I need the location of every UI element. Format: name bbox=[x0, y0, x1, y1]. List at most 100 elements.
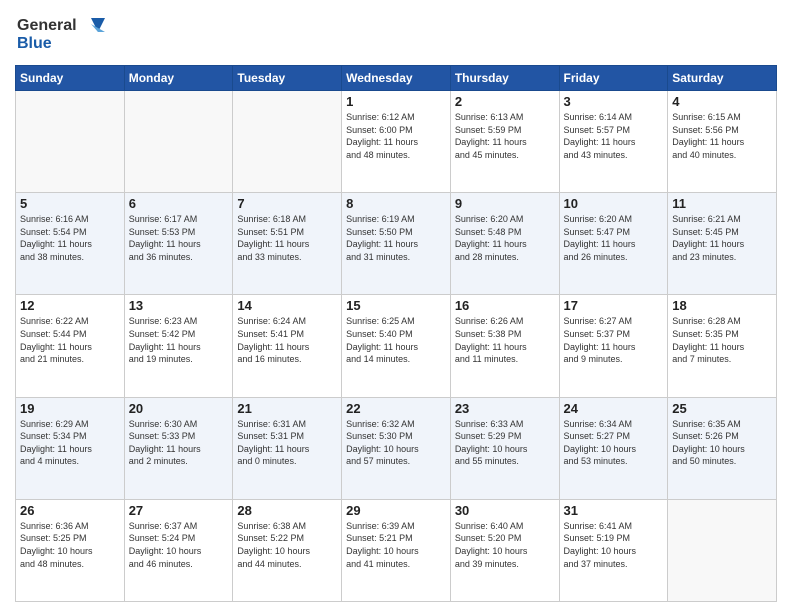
calendar-cell: 16 Sunrise: 6:26 AM Sunset: 5:38 PM Dayli… bbox=[450, 295, 559, 397]
day-number: 1 bbox=[346, 94, 446, 109]
day-number: 29 bbox=[346, 503, 446, 518]
day-info: Sunrise: 6:20 AM Sunset: 5:47 PM Dayligh… bbox=[564, 213, 664, 263]
calendar-cell: 20 Sunrise: 6:30 AM Sunset: 5:33 PM Dayli… bbox=[124, 397, 233, 499]
calendar-cell: 11 Sunrise: 6:21 AM Sunset: 5:45 PM Dayli… bbox=[668, 193, 777, 295]
calendar-cell: 18 Sunrise: 6:28 AM Sunset: 5:35 PM Dayli… bbox=[668, 295, 777, 397]
day-info: Sunrise: 6:15 AM Sunset: 5:56 PM Dayligh… bbox=[672, 111, 772, 161]
day-number: 24 bbox=[564, 401, 664, 416]
svg-text:General: General bbox=[17, 17, 77, 34]
day-info: Sunrise: 6:17 AM Sunset: 5:53 PM Dayligh… bbox=[129, 213, 229, 263]
day-number: 18 bbox=[672, 298, 772, 313]
calendar-week-row: 12 Sunrise: 6:22 AM Sunset: 5:44 PM Dayli… bbox=[16, 295, 777, 397]
day-info: Sunrise: 6:34 AM Sunset: 5:27 PM Dayligh… bbox=[564, 418, 664, 468]
calendar-cell bbox=[124, 91, 233, 193]
calendar-cell bbox=[233, 91, 342, 193]
calendar-cell: 12 Sunrise: 6:22 AM Sunset: 5:44 PM Dayli… bbox=[16, 295, 125, 397]
calendar-cell: 26 Sunrise: 6:36 AM Sunset: 5:25 PM Dayli… bbox=[16, 499, 125, 601]
logo: General Blue bbox=[15, 10, 105, 57]
weekday-header-cell: Friday bbox=[559, 66, 668, 91]
day-number: 30 bbox=[455, 503, 555, 518]
day-info: Sunrise: 6:23 AM Sunset: 5:42 PM Dayligh… bbox=[129, 315, 229, 365]
calendar-cell: 13 Sunrise: 6:23 AM Sunset: 5:42 PM Dayli… bbox=[124, 295, 233, 397]
day-number: 3 bbox=[564, 94, 664, 109]
day-info: Sunrise: 6:33 AM Sunset: 5:29 PM Dayligh… bbox=[455, 418, 555, 468]
calendar-cell: 25 Sunrise: 6:35 AM Sunset: 5:26 PM Dayli… bbox=[668, 397, 777, 499]
logo-icon: General Blue bbox=[15, 10, 105, 52]
calendar-cell: 15 Sunrise: 6:25 AM Sunset: 5:40 PM Dayli… bbox=[342, 295, 451, 397]
weekday-header-cell: Monday bbox=[124, 66, 233, 91]
calendar-cell: 8 Sunrise: 6:19 AM Sunset: 5:50 PM Daylig… bbox=[342, 193, 451, 295]
day-number: 15 bbox=[346, 298, 446, 313]
day-number: 28 bbox=[237, 503, 337, 518]
day-info: Sunrise: 6:14 AM Sunset: 5:57 PM Dayligh… bbox=[564, 111, 664, 161]
day-number: 16 bbox=[455, 298, 555, 313]
calendar-table: SundayMondayTuesdayWednesdayThursdayFrid… bbox=[15, 65, 777, 602]
day-number: 6 bbox=[129, 196, 229, 211]
day-number: 9 bbox=[455, 196, 555, 211]
day-number: 12 bbox=[20, 298, 120, 313]
day-number: 25 bbox=[672, 401, 772, 416]
day-number: 5 bbox=[20, 196, 120, 211]
page: General Blue SundayMondayTuesdayWednesda… bbox=[0, 0, 792, 612]
day-number: 8 bbox=[346, 196, 446, 211]
day-info: Sunrise: 6:28 AM Sunset: 5:35 PM Dayligh… bbox=[672, 315, 772, 365]
day-info: Sunrise: 6:29 AM Sunset: 5:34 PM Dayligh… bbox=[20, 418, 120, 468]
day-number: 22 bbox=[346, 401, 446, 416]
day-number: 11 bbox=[672, 196, 772, 211]
day-info: Sunrise: 6:36 AM Sunset: 5:25 PM Dayligh… bbox=[20, 520, 120, 570]
weekday-header-row: SundayMondayTuesdayWednesdayThursdayFrid… bbox=[16, 66, 777, 91]
calendar-cell: 2Sunrise: 6:13 AM Sunset: 5:59 PM Daylig… bbox=[450, 91, 559, 193]
calendar-cell: 7Sunrise: 6:18 AM Sunset: 5:51 PM Daylig… bbox=[233, 193, 342, 295]
day-info: Sunrise: 6:25 AM Sunset: 5:40 PM Dayligh… bbox=[346, 315, 446, 365]
day-number: 31 bbox=[564, 503, 664, 518]
day-number: 19 bbox=[20, 401, 120, 416]
weekday-header-cell: Sunday bbox=[16, 66, 125, 91]
calendar-cell: 21Sunrise: 6:31 AM Sunset: 5:31 PM Dayli… bbox=[233, 397, 342, 499]
svg-text:Blue: Blue bbox=[17, 35, 52, 52]
calendar-cell: 24 Sunrise: 6:34 AM Sunset: 5:27 PM Dayli… bbox=[559, 397, 668, 499]
calendar-cell: 19 Sunrise: 6:29 AM Sunset: 5:34 PM Dayli… bbox=[16, 397, 125, 499]
day-info: Sunrise: 6:22 AM Sunset: 5:44 PM Dayligh… bbox=[20, 315, 120, 365]
calendar-week-row: 1Sunrise: 6:12 AM Sunset: 6:00 PM Daylig… bbox=[16, 91, 777, 193]
day-number: 13 bbox=[129, 298, 229, 313]
calendar-cell: 6 Sunrise: 6:17 AM Sunset: 5:53 PM Daylig… bbox=[124, 193, 233, 295]
calendar-cell: 22 Sunrise: 6:32 AM Sunset: 5:30 PM Dayli… bbox=[342, 397, 451, 499]
day-info: Sunrise: 6:19 AM Sunset: 5:50 PM Dayligh… bbox=[346, 213, 446, 263]
day-number: 27 bbox=[129, 503, 229, 518]
day-number: 2 bbox=[455, 94, 555, 109]
day-info: Sunrise: 6:24 AM Sunset: 5:41 PM Dayligh… bbox=[237, 315, 337, 365]
day-info: Sunrise: 6:39 AM Sunset: 5:21 PM Dayligh… bbox=[346, 520, 446, 570]
day-info: Sunrise: 6:16 AM Sunset: 5:54 PM Dayligh… bbox=[20, 213, 120, 263]
day-number: 14 bbox=[237, 298, 337, 313]
calendar-cell: 23 Sunrise: 6:33 AM Sunset: 5:29 PM Dayli… bbox=[450, 397, 559, 499]
calendar-cell: 10Sunrise: 6:20 AM Sunset: 5:47 PM Dayli… bbox=[559, 193, 668, 295]
calendar-week-row: 5 Sunrise: 6:16 AM Sunset: 5:54 PM Daylig… bbox=[16, 193, 777, 295]
calendar-cell bbox=[16, 91, 125, 193]
day-info: Sunrise: 6:37 AM Sunset: 5:24 PM Dayligh… bbox=[129, 520, 229, 570]
day-info: Sunrise: 6:35 AM Sunset: 5:26 PM Dayligh… bbox=[672, 418, 772, 468]
calendar-cell: 29 Sunrise: 6:39 AM Sunset: 5:21 PM Dayli… bbox=[342, 499, 451, 601]
calendar-cell: 14 Sunrise: 6:24 AM Sunset: 5:41 PM Dayli… bbox=[233, 295, 342, 397]
day-info: Sunrise: 6:21 AM Sunset: 5:45 PM Dayligh… bbox=[672, 213, 772, 263]
header: General Blue bbox=[15, 10, 777, 57]
day-number: 20 bbox=[129, 401, 229, 416]
weekday-header-cell: Saturday bbox=[668, 66, 777, 91]
day-number: 7 bbox=[237, 196, 337, 211]
day-info: Sunrise: 6:38 AM Sunset: 5:22 PM Dayligh… bbox=[237, 520, 337, 570]
day-info: Sunrise: 6:26 AM Sunset: 5:38 PM Dayligh… bbox=[455, 315, 555, 365]
day-info: Sunrise: 6:31 AM Sunset: 5:31 PM Dayligh… bbox=[237, 418, 337, 468]
weekday-header-cell: Thursday bbox=[450, 66, 559, 91]
day-number: 23 bbox=[455, 401, 555, 416]
calendar-body: 1Sunrise: 6:12 AM Sunset: 6:00 PM Daylig… bbox=[16, 91, 777, 602]
day-number: 4 bbox=[672, 94, 772, 109]
weekday-header-cell: Tuesday bbox=[233, 66, 342, 91]
day-info: Sunrise: 6:30 AM Sunset: 5:33 PM Dayligh… bbox=[129, 418, 229, 468]
calendar-cell: 5 Sunrise: 6:16 AM Sunset: 5:54 PM Daylig… bbox=[16, 193, 125, 295]
day-info: Sunrise: 6:32 AM Sunset: 5:30 PM Dayligh… bbox=[346, 418, 446, 468]
calendar-cell: 4 Sunrise: 6:15 AM Sunset: 5:56 PM Daylig… bbox=[668, 91, 777, 193]
day-info: Sunrise: 6:41 AM Sunset: 5:19 PM Dayligh… bbox=[564, 520, 664, 570]
day-number: 26 bbox=[20, 503, 120, 518]
calendar-cell: 30Sunrise: 6:40 AM Sunset: 5:20 PM Dayli… bbox=[450, 499, 559, 601]
calendar-cell: 17Sunrise: 6:27 AM Sunset: 5:37 PM Dayli… bbox=[559, 295, 668, 397]
calendar-cell: 1Sunrise: 6:12 AM Sunset: 6:00 PM Daylig… bbox=[342, 91, 451, 193]
